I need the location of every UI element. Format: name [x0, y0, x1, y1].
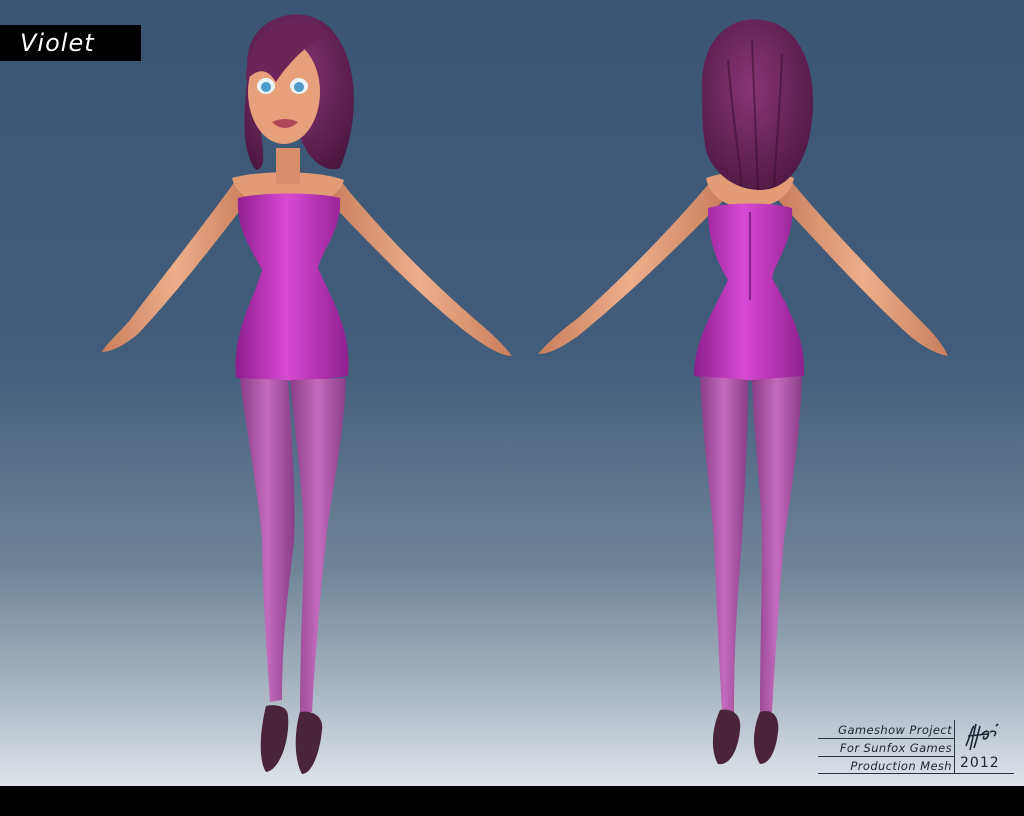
- credit-divider: [818, 773, 1014, 774]
- back-right-leg: [752, 376, 802, 712]
- back-left-leg: [700, 376, 748, 712]
- credit-project: Gameshow Project: [838, 723, 952, 737]
- production-credits: Gameshow Project For Sunfox Games Produc…: [818, 720, 1014, 774]
- artist-signature-icon: [965, 723, 999, 751]
- credit-divider: [818, 738, 954, 739]
- back-right-shoe: [754, 710, 779, 764]
- credit-vertical-divider: [954, 720, 955, 774]
- back-dress: [694, 203, 805, 381]
- back-right-arm: [778, 180, 948, 356]
- bottom-letterbox-bar: [0, 786, 1024, 816]
- credit-divider: [818, 756, 954, 757]
- back-left-shoe: [712, 709, 741, 765]
- credit-stage: Production Mesh: [850, 759, 952, 773]
- back-left-arm: [538, 180, 724, 354]
- credit-year: 2012: [960, 755, 1000, 771]
- character-back-view: [538, 19, 948, 765]
- credit-client: For Sunfox Games: [839, 741, 952, 755]
